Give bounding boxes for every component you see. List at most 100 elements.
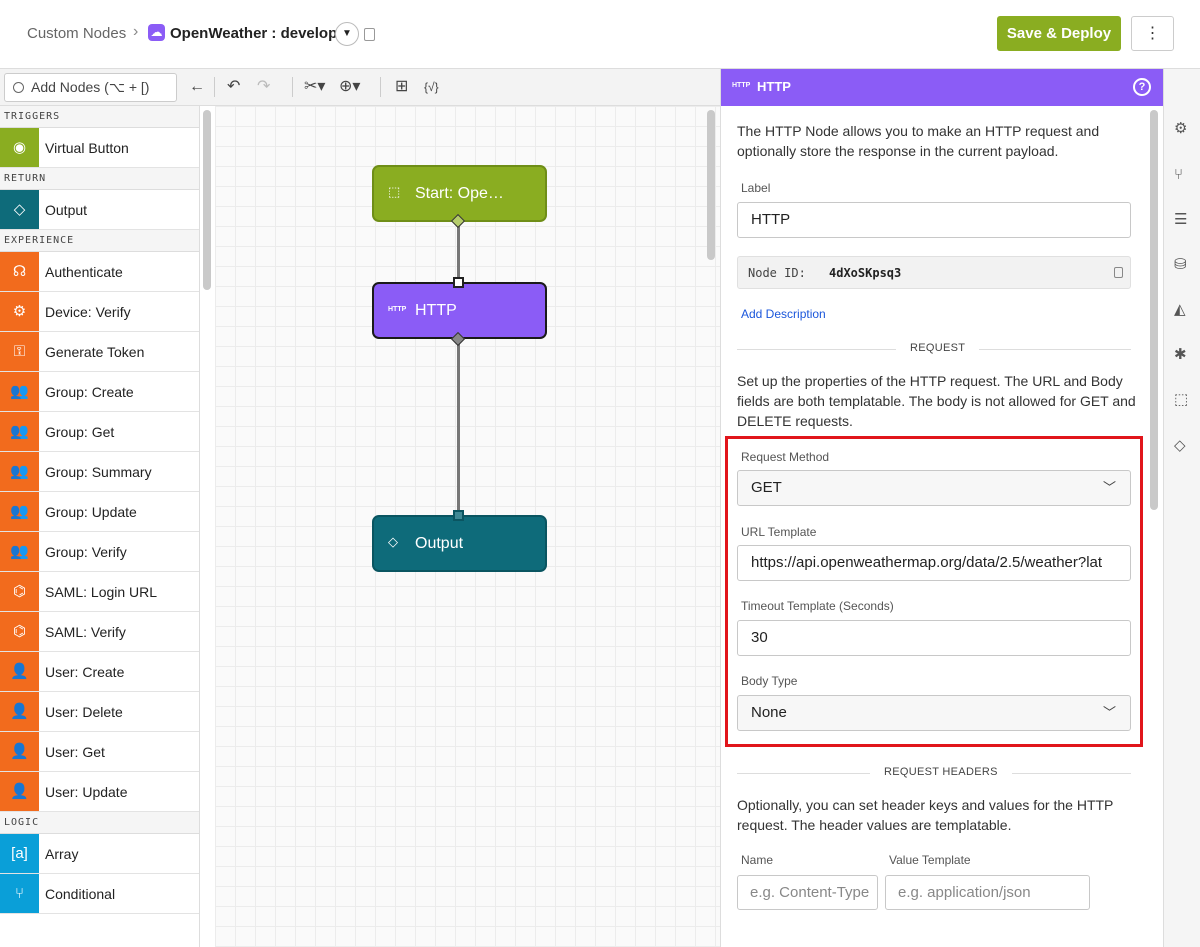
palette-item-label: User: Get [45, 744, 105, 760]
palette-item[interactable]: ☊ Authenticate [0, 252, 199, 292]
request-heading: REQUEST [896, 342, 980, 354]
add-nodes-search[interactable] [4, 73, 177, 102]
palette-item-label: Generate Token [45, 344, 145, 360]
request-headers-heading: REQUEST HEADERS [870, 766, 1012, 778]
request-method-value: GET [751, 479, 782, 496]
undo-icon[interactable]: ↶ [227, 78, 240, 96]
palette-scrollbar[interactable] [203, 110, 211, 290]
list-icon[interactable]: ☰ [1174, 212, 1187, 228]
canvas-toolbar: ← ↶ ↷ ✂▾ ⊕▾ ⊞ {√} [0, 69, 720, 106]
palette-item[interactable]: 👥 Group: Get [0, 412, 199, 452]
diamond-icon[interactable]: ◇ [1174, 438, 1186, 454]
palette-item[interactable]: 👥 Group: Verify [0, 532, 199, 572]
palette-item[interactable]: ⚙ Device: Verify [0, 292, 199, 332]
copy-icon[interactable] [1114, 267, 1123, 278]
output-input-port[interactable] [453, 510, 464, 521]
palette-item[interactable]: [a] Array [0, 834, 199, 874]
label-field-label: Label [741, 181, 771, 195]
palette-section-heading: TRIGGERS [0, 106, 199, 128]
breadcrumb-separator: › [133, 23, 139, 40]
node-start-label: Start: Ope… [415, 185, 504, 202]
save-deploy-button[interactable]: Save & Deploy [997, 16, 1121, 51]
palette-item[interactable]: ⌬ SAML: Verify [0, 612, 199, 652]
breadcrumb-custom-nodes[interactable]: Custom Nodes [27, 25, 126, 42]
url-template-label: URL Template [741, 525, 817, 539]
toolbar-divider [380, 77, 381, 97]
palette-item-label: Group: Summary [45, 464, 152, 480]
collapse-arrow-icon[interactable]: ← [189, 78, 205, 96]
palette-item[interactable]: ⑂ Conditional [0, 874, 199, 914]
http-input-port[interactable] [453, 277, 464, 288]
timeout-template-label: Timeout Template (Seconds) [741, 599, 894, 613]
add-description-link[interactable]: Add Description [741, 307, 826, 321]
properties-scrollbar[interactable] [1150, 110, 1158, 510]
toolbar-divider [214, 77, 215, 97]
search-icon [13, 82, 24, 93]
branch-icon[interactable]: ⑂ [1174, 167, 1183, 183]
palette-item-icon: [a] [0, 834, 39, 873]
palette-item[interactable]: 👥 Group: Create [0, 372, 199, 412]
help-icon[interactable]: ? [1133, 78, 1151, 96]
palette-item-label: Group: Get [45, 424, 115, 440]
palette-item-label: User: Delete [45, 704, 123, 720]
redo-icon[interactable]: ↷ [257, 78, 270, 96]
header-name-input[interactable] [737, 875, 878, 910]
palette-item-label: User: Update [45, 784, 128, 800]
node-output[interactable]: ◇ Output [372, 515, 547, 572]
header-value-input[interactable] [885, 875, 1090, 910]
copy-icon[interactable] [364, 28, 375, 41]
body-type-label: Body Type [741, 674, 798, 688]
node-http[interactable]: HTTP HTTP [372, 282, 547, 339]
palette-item-icon: 👤 [0, 692, 39, 731]
palette-item-icon: ☊ [0, 252, 39, 291]
label-input[interactable]: HTTP [737, 202, 1131, 238]
more-menu-button[interactable]: ⋮ [1131, 16, 1174, 51]
database-icon[interactable]: ⛁ [1174, 257, 1187, 273]
variables-icon[interactable]: {√} [424, 78, 439, 96]
trigger-icon[interactable]: ⬚ [1174, 392, 1188, 408]
palette-item-icon: 👤 [0, 732, 39, 771]
gear-icon[interactable]: ⚙ [1174, 121, 1187, 137]
timeout-template-input[interactable]: 30 [737, 620, 1131, 656]
palette-item[interactable]: 👤 User: Create [0, 652, 199, 692]
body-type-select[interactable]: None ﹀ [737, 695, 1131, 731]
palette-item[interactable]: 👤 User: Update [0, 772, 199, 812]
palette-item-label: Device: Verify [45, 304, 131, 320]
add-comment-icon[interactable]: ⊞ [395, 78, 408, 96]
palette-item[interactable]: ⌬ SAML: Login URL [0, 572, 199, 612]
palette-item[interactable]: 👤 User: Delete [0, 692, 199, 732]
palette-item[interactable]: 👥 Group: Summary [0, 452, 199, 492]
palette-item-icon: 👤 [0, 652, 39, 691]
palette-item-label: Array [45, 846, 79, 862]
node-output-label: Output [415, 535, 464, 552]
canvas-scrollbar[interactable] [707, 110, 715, 260]
palette-item-icon: 👥 [0, 492, 39, 531]
bug-icon[interactable]: ✱ [1174, 347, 1187, 363]
palette-section-heading: LOGIC [0, 812, 199, 834]
palette-item[interactable]: ◇ Output [0, 190, 199, 230]
palette-item[interactable]: ⚿ Generate Token [0, 332, 199, 372]
properties-panel: HTTP HTTP ? The HTTP Node allows you to … [720, 69, 1163, 947]
node-palette: TRIGGERS ◉ Virtual Button RETURN ◇ Output EXPE… [0, 106, 200, 947]
body-type-value: None [751, 704, 787, 721]
node-start[interactable]: ⬚ Start: Ope… [372, 165, 547, 222]
node-description: The HTTP Node allows you to make an HTTP… [737, 123, 1100, 159]
palette-item-label: Authenticate [45, 264, 123, 280]
chevron-down-icon: ﹀ [1102, 480, 1116, 495]
area-chart-icon[interactable]: ◭ [1174, 302, 1186, 318]
palette-item[interactable]: 👥 Group: Update [0, 492, 199, 532]
palette-item-icon: ⚿ [0, 332, 39, 371]
version-dropdown-button[interactable]: ▼ [335, 22, 359, 46]
palette-item[interactable]: 👤 User: Get [0, 732, 199, 772]
palette-item[interactable]: ◉ Virtual Button [0, 128, 199, 168]
zoom-icon[interactable]: ⊕▾ [339, 78, 360, 96]
trigger-icon: ⬚ [388, 184, 401, 199]
toolbar-divider [292, 77, 293, 97]
url-template-input[interactable]: https://api.openweathermap.org/data/2.5/… [737, 545, 1131, 581]
scissors-icon[interactable]: ✂▾ [304, 78, 325, 96]
add-nodes-input[interactable] [31, 79, 176, 95]
request-method-select[interactable]: GET ﹀ [737, 470, 1131, 506]
header-name-label: Name [741, 853, 774, 867]
cloud-icon: ☁ [148, 24, 165, 41]
output-diamond-icon: ◇ [388, 534, 398, 549]
